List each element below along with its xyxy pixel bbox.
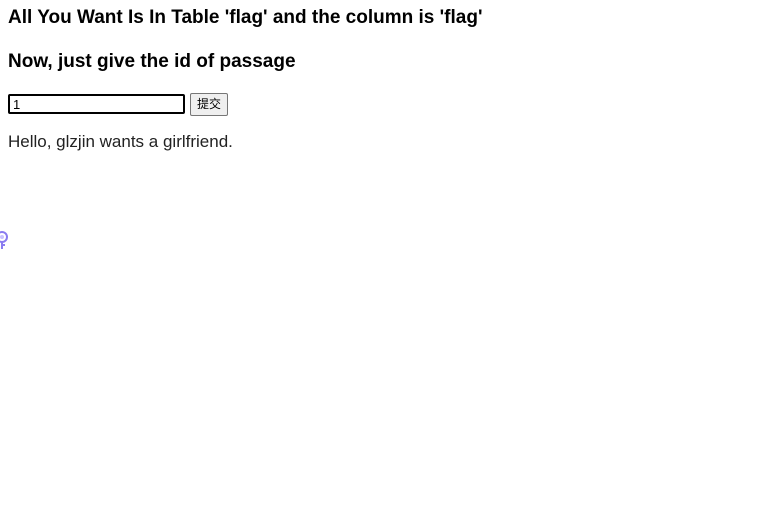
result-message: Hello, glzjin wants a girlfriend. — [8, 132, 233, 151]
passage-id-input[interactable] — [8, 94, 185, 114]
page-title: All You Want Is In Table 'flag' and the … — [8, 7, 483, 28]
page-content: All You Want Is In Table 'flag' and the … — [8, 0, 772, 524]
page-subtitle: Now, just give the id of passage — [8, 51, 296, 72]
passage-id-form: 提交 — [8, 92, 229, 116]
key-icon[interactable] — [0, 230, 13, 250]
submit-button[interactable]: 提交 — [190, 92, 229, 116]
